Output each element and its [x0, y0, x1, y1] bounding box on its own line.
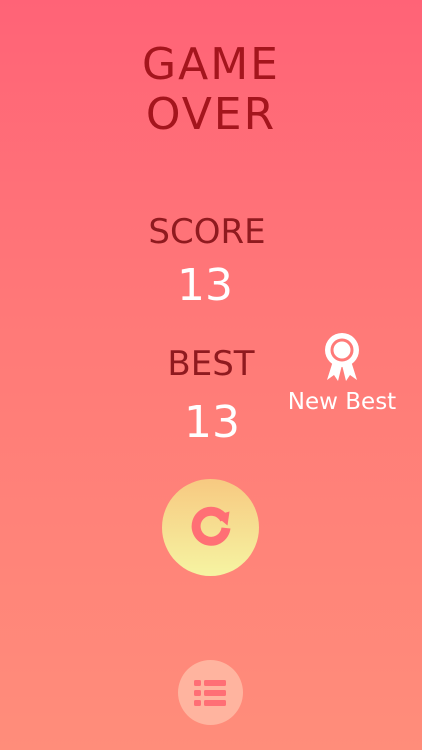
new-best-label: New Best [287, 389, 397, 415]
menu-button[interactable] [178, 660, 243, 725]
game-over-title-line-1: GAME [142, 39, 280, 90]
replay-button[interactable] [162, 479, 259, 576]
ribbon-award-icon [325, 333, 359, 381]
best-value: 13 [184, 397, 240, 448]
score-value: 13 [177, 260, 233, 311]
score-label: SCORE [148, 212, 266, 252]
game-over-title: GAME OVER [0, 40, 422, 140]
game-over-title-line-2: OVER [145, 89, 277, 140]
replay-icon [191, 506, 230, 546]
new-best-badge: New Best [276, 330, 408, 416]
list-menu-icon [193, 679, 226, 706]
